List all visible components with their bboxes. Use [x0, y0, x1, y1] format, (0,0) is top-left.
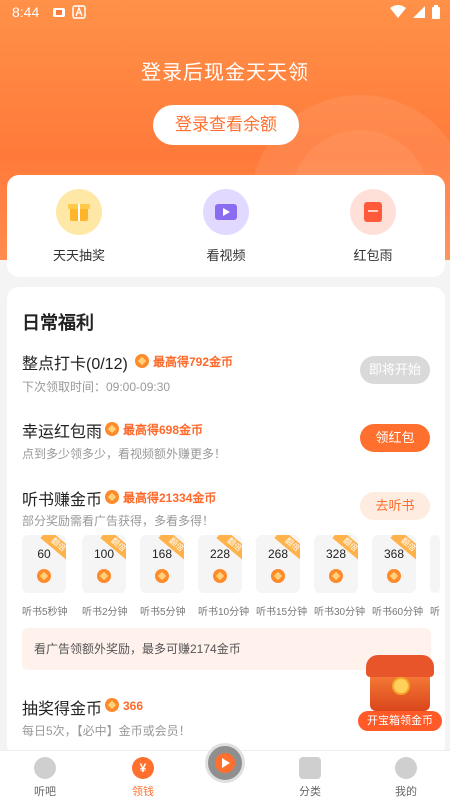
- listen-reward-steps: 翻倍 60 听书5秒钟 翻倍 100 听书2分钟 翻倍 168 听书5分钟 翻倍…: [22, 535, 445, 627]
- step-label: 听: [430, 607, 440, 618]
- task-title: 幸运红包雨: [22, 424, 103, 441]
- feature-label: 看视频: [206, 248, 246, 263]
- status-time: 8:44: [12, 4, 40, 20]
- player-button[interactable]: [205, 743, 245, 783]
- task-title: 抽奖得金币: [22, 701, 103, 718]
- task-title: 整点打卡(0/12): [22, 356, 128, 373]
- coming-soon-button[interactable]: 即将开始: [360, 356, 430, 384]
- coin-icon: [271, 569, 285, 583]
- a-indicator-icon: [72, 5, 86, 19]
- reward-step[interactable]: 翻倍 168 听书5分钟: [140, 535, 198, 618]
- feature-video[interactable]: 看视频: [176, 189, 276, 264]
- listen-book-button[interactable]: 去听书: [360, 492, 430, 520]
- reward-step[interactable]: 翻倍 368 听书60分钟: [372, 535, 430, 618]
- coin-icon: [135, 354, 149, 368]
- coin-icon: [392, 677, 410, 695]
- step-label: 听书10分钟: [198, 607, 250, 618]
- coin-icon: [155, 569, 169, 583]
- yuan-icon: ¥: [132, 757, 154, 779]
- feature-label: 天天抽奖: [52, 248, 105, 263]
- battery-icon: [432, 5, 440, 19]
- chest-lid: [366, 655, 434, 677]
- nav-mine[interactable]: 我的: [371, 757, 441, 799]
- task-title: 听书赚金币: [22, 492, 103, 509]
- coin-icon: [213, 569, 227, 583]
- nav-earn[interactable]: ¥ 领钱: [108, 757, 178, 799]
- coin-icon: [329, 569, 343, 583]
- reward-step[interactable]: 翻倍 328 听书30分钟: [314, 535, 372, 618]
- feature-label: 红包雨: [353, 248, 393, 263]
- feature-card: 天天抽奖 看视频 红包雨: [7, 175, 445, 277]
- play-icon: [215, 753, 235, 773]
- nav-listen[interactable]: 听吧: [10, 757, 80, 799]
- hero-title: 登录后现金天天领: [141, 62, 309, 84]
- grid-icon: [299, 757, 321, 779]
- task-reward: 最高得698金币: [105, 421, 203, 438]
- wifi-icon: [390, 5, 406, 18]
- nav-label: 领钱: [132, 786, 154, 798]
- reward-step[interactable]: 翻倍 268 听书15分钟: [256, 535, 314, 618]
- status-bar: 8:44: [0, 0, 450, 26]
- claim-red-envelope-button[interactable]: 领红包: [360, 424, 430, 452]
- task-subtitle: 部分奖励需看广告获得，多看多得！: [22, 514, 215, 528]
- section-title: 日常福利: [22, 313, 94, 333]
- user-icon: [395, 757, 417, 779]
- red-envelope-icon: [350, 189, 396, 235]
- step-label: 听书5分钟: [140, 607, 186, 618]
- coin-icon: [105, 422, 119, 436]
- step-label: 听书60分钟: [372, 607, 424, 618]
- reward-step[interactable]: 听: [430, 535, 445, 618]
- login-button[interactable]: 登录查看余额: [153, 105, 299, 145]
- task-subtitle: 每日5次，【必中】金币或会员！: [22, 724, 191, 738]
- step-label: 听书5秒钟: [22, 607, 68, 618]
- nav-label: 分类: [299, 786, 321, 798]
- nav-label: 我的: [395, 786, 417, 798]
- coin-icon: [37, 569, 51, 583]
- chest-label: 开宝箱领金币: [358, 711, 442, 731]
- nav-label: 听吧: [34, 786, 56, 798]
- gift-icon: [56, 189, 102, 235]
- music-disc-icon: [34, 757, 56, 779]
- treasure-chest-button[interactable]: 开宝箱领金币: [358, 655, 442, 731]
- coin-icon: [105, 698, 119, 712]
- reward-step[interactable]: 翻倍 228 听书10分钟: [198, 535, 256, 618]
- feature-red-envelope[interactable]: 红包雨: [323, 189, 423, 264]
- reward-step[interactable]: 翻倍 100 听书2分钟: [82, 535, 140, 618]
- step-label: 听书15分钟: [256, 607, 308, 618]
- task-subtitle: 下次领取时间：09:00-09:30: [22, 380, 171, 394]
- coin-icon: [387, 569, 401, 583]
- bottom-nav: 听吧 ¥ 领钱 分类 我的: [0, 743, 450, 800]
- feature-lottery[interactable]: 天天抽奖: [29, 189, 129, 264]
- step-label: 听书30分钟: [314, 607, 366, 618]
- status-icons: [390, 5, 440, 19]
- step-label: 听书2分钟: [82, 607, 128, 618]
- task-subtitle: 点到多少领多少，看视频额外赚更多！: [22, 447, 227, 461]
- task-reward: 最高得792金币: [135, 353, 233, 370]
- task-reward: 最高得21334金币: [105, 489, 216, 506]
- tv-icon: [203, 189, 249, 235]
- signal-icon: [413, 6, 425, 18]
- notification-icon: [53, 8, 65, 17]
- coin-icon: [105, 490, 119, 504]
- nav-category[interactable]: 分类: [275, 757, 345, 799]
- coin-icon: [97, 569, 111, 583]
- reward-step[interactable]: 翻倍 60 听书5秒钟: [22, 535, 80, 618]
- task-reward: 366: [105, 698, 143, 713]
